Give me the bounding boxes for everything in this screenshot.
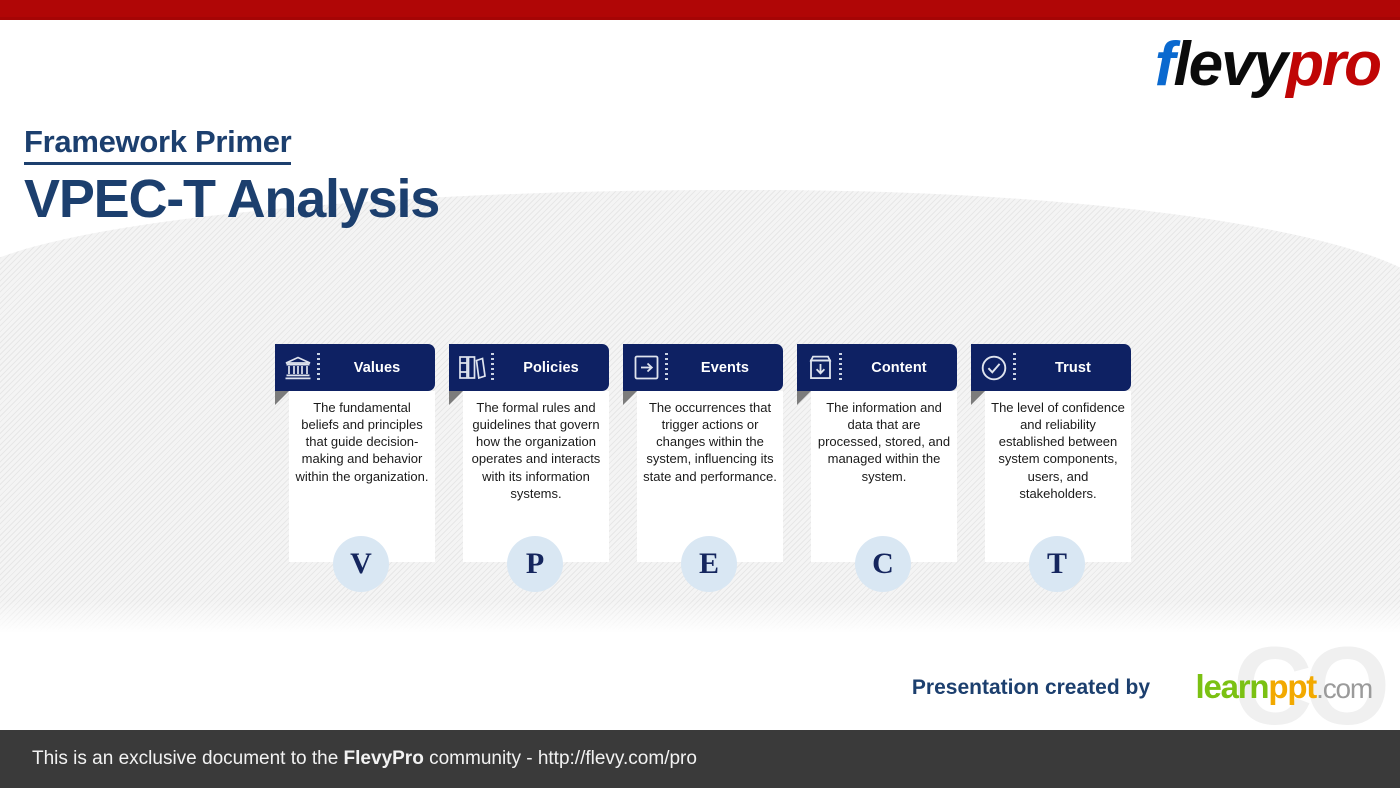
card-header-trust[interactable]: Trust (971, 344, 1131, 391)
header-dot-divider (317, 352, 320, 383)
page-title: VPEC-T Analysis (24, 169, 440, 229)
card-label-policies: Policies (523, 359, 579, 376)
card-events[interactable]: Events The occurrences that trigger acti… (623, 344, 783, 562)
archive-download-icon (805, 353, 835, 383)
wave-bottom-fade (0, 600, 1400, 642)
header-dot-divider (491, 352, 494, 383)
letter-circle-p: P (507, 536, 563, 592)
card-content[interactable]: Content The information and data that ar… (797, 344, 957, 562)
card-description-trust: The level of confidence and reliability … (991, 400, 1125, 501)
card-fold-policies (449, 391, 463, 405)
card-header-policies[interactable]: Policies (449, 344, 609, 391)
letter-circle-t: T (1029, 536, 1085, 592)
card-description-values: The fundamental beliefs and principles t… (295, 400, 429, 484)
learnppt-logo-ppt: ppt (1268, 668, 1317, 705)
card-header-events[interactable]: Events (623, 344, 783, 391)
footer-brand: FlevyPro (343, 748, 424, 769)
letter-circle-v: V (333, 536, 389, 592)
slide-kicker: Framework Primer (24, 125, 292, 165)
letter-circle-c: C (855, 536, 911, 592)
card-label-trust: Trust (1055, 359, 1091, 376)
learnppt-logo: learnppt.com (1195, 668, 1374, 705)
card-label-events: Events (700, 359, 750, 376)
arrow-right-box-icon (631, 353, 661, 383)
top-accent-bar (0, 0, 1400, 20)
card-header-values[interactable]: Values (275, 344, 435, 391)
books-icon (457, 353, 487, 383)
footer-prefix: This is an exclusive document to the (32, 748, 344, 769)
header-dot-divider (1013, 352, 1016, 383)
card-description-content: The information and data that are proces… (817, 400, 951, 484)
card-label-content: Content (871, 359, 927, 376)
presentation-credit-text: Presentation created by (911, 676, 1150, 699)
card-policies[interactable]: Policies The formal rules and guidelines… (449, 344, 609, 562)
card-values[interactable]: Values The fundamental beliefs and princ… (275, 344, 435, 562)
top-accent-bar-shadow (0, 17, 1400, 20)
card-fold-events (623, 391, 637, 405)
flevypro-logo: flevypro (1155, 34, 1382, 96)
header-dot-divider (665, 352, 668, 383)
card-description-events: The occurrences that trigger actions or … (643, 400, 777, 484)
flevypro-logo-levy: levy (1173, 30, 1288, 99)
check-circle-icon (979, 353, 1009, 383)
card-fold-values (275, 391, 289, 405)
footer-suffix: community - http://flevy.com/pro (423, 748, 697, 769)
flevypro-logo-pro: pro (1286, 30, 1382, 99)
header-dot-divider (839, 352, 842, 383)
letter-circle-e: E (681, 536, 737, 592)
card-label-values: Values (353, 359, 401, 376)
card-fold-trust (971, 391, 985, 405)
flevypro-logo-f: f (1154, 30, 1176, 99)
card-trust[interactable]: Trust The level of confidence and reliab… (971, 344, 1131, 562)
learnppt-logo-com: .com (1316, 673, 1373, 704)
card-description-policies: The formal rules and guidelines that gov… (471, 400, 601, 501)
footer-bar: This is an exclusive document to the Fle… (0, 730, 1400, 788)
footer-text: This is an exclusive document to the Fle… (0, 748, 697, 770)
slide-root: Framework Primer VPEC-T Analysis flevypr… (0, 0, 1400, 788)
learnppt-logo-learn: learn (1195, 668, 1270, 705)
bank-columns-icon (283, 353, 313, 383)
card-header-content[interactable]: Content (797, 344, 957, 391)
card-fold-content (797, 391, 811, 405)
